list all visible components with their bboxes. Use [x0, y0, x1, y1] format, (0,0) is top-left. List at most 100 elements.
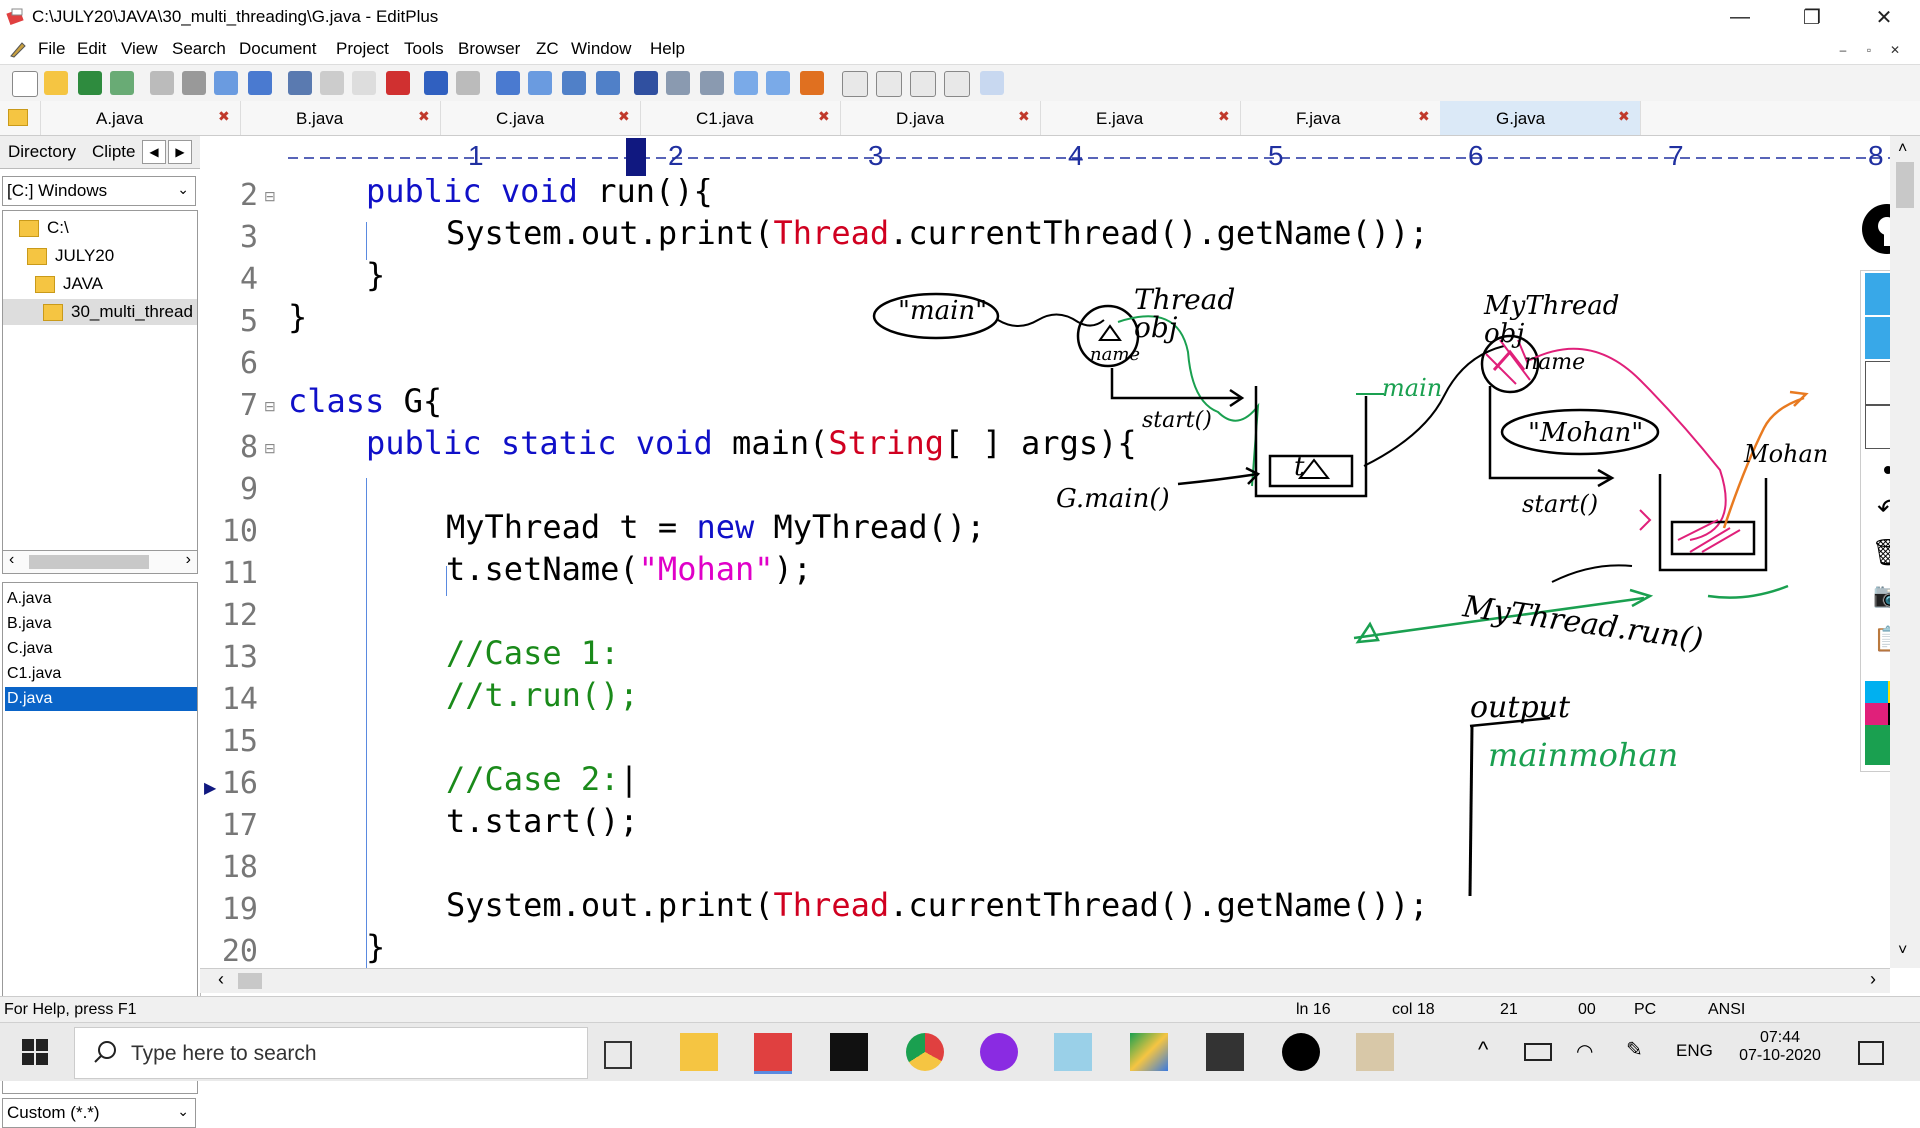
- file-item-selected[interactable]: D.java: [5, 687, 197, 711]
- replace-icon[interactable]: [528, 71, 552, 95]
- app-icon[interactable]: [1054, 1033, 1092, 1071]
- scroll-right-icon[interactable]: ›: [186, 551, 191, 569]
- save-icon[interactable]: [78, 71, 102, 95]
- file-item[interactable]: C1.java: [5, 662, 197, 686]
- browser-preview-icon[interactable]: [248, 71, 272, 95]
- doc-minimize-button[interactable]: –: [1832, 40, 1854, 60]
- battery-icon[interactable]: [1524, 1043, 1552, 1061]
- language-indicator[interactable]: ENG: [1676, 1041, 1713, 1061]
- scroll-left-icon[interactable]: ‹: [9, 551, 14, 569]
- google-drive-icon[interactable]: [1130, 1033, 1168, 1071]
- menu-zc[interactable]: ZC: [536, 39, 559, 59]
- fold-icon[interactable]: ⊟: [264, 188, 276, 205]
- color-cyan-swatch[interactable]: [1865, 681, 1888, 703]
- find-icon[interactable]: [496, 71, 520, 95]
- new-file-icon[interactable]: [12, 71, 38, 97]
- tab-close-icon[interactable]: ✖: [1418, 108, 1430, 125]
- scroll-thumb[interactable]: [1896, 162, 1914, 208]
- tab-b-java[interactable]: B.java ✖: [240, 101, 441, 135]
- tab-close-icon[interactable]: ✖: [618, 108, 630, 125]
- clock[interactable]: 07:44 07-10-2020: [1730, 1029, 1830, 1065]
- color-magenta-swatch[interactable]: [1865, 703, 1888, 725]
- pen-workspace-icon[interactable]: ✎: [1626, 1037, 1643, 1062]
- editor-vertical-scrollbar[interactable]: ˄ ˅: [1890, 136, 1920, 968]
- scroll-thumb[interactable]: [238, 973, 262, 989]
- menu-file[interactable]: File: [38, 39, 65, 59]
- fold-icon[interactable]: ⊟: [264, 440, 276, 457]
- tab-scroll-right-button[interactable]: ▶: [168, 140, 192, 164]
- tab-close-icon[interactable]: ✖: [1218, 108, 1230, 125]
- tab-close-icon[interactable]: ✖: [818, 108, 830, 125]
- doc-close-button[interactable]: ✕: [1884, 40, 1906, 60]
- menu-browser[interactable]: Browser: [458, 39, 520, 59]
- tab-c-java[interactable]: C.java ✖: [440, 101, 641, 135]
- drive-select[interactable]: [C:] Windows ⌄: [2, 176, 196, 206]
- tab-c1-java[interactable]: C1.java ✖: [640, 101, 841, 135]
- tab-f-java[interactable]: F.java ✖: [1240, 101, 1441, 135]
- line-number-icon[interactable]: [734, 71, 758, 95]
- print-icon[interactable]: [182, 71, 206, 95]
- tree-horizontal-scrollbar[interactable]: ‹ ›: [2, 550, 198, 574]
- spell-check-icon[interactable]: [214, 71, 238, 95]
- copy-icon[interactable]: [320, 71, 344, 95]
- tab-g-java[interactable]: G.java ✖: [1440, 101, 1641, 135]
- font-icon[interactable]: [634, 71, 658, 95]
- code-editor[interactable]: 2 3 4 5 6 7 8 9 10 11 12 13 14 15 16 17 …: [200, 178, 1890, 968]
- close-button[interactable]: ✕: [1856, 0, 1912, 34]
- cut-icon[interactable]: [288, 71, 312, 95]
- wifi-icon[interactable]: ◠: [1576, 1039, 1593, 1064]
- scroll-up-icon[interactable]: ˄: [1898, 140, 1907, 158]
- tree-item-java[interactable]: JAVA: [35, 271, 103, 297]
- help-cursor-icon[interactable]: [980, 71, 1004, 95]
- editplus-taskbar-icon[interactable]: [754, 1033, 792, 1074]
- tab-cliptext[interactable]: Clipte: [92, 142, 135, 162]
- paste-icon[interactable]: [352, 71, 376, 95]
- windows-start-icon[interactable]: [22, 1039, 48, 1065]
- tab-a-java[interactable]: A.java ✖: [40, 101, 241, 135]
- tree-item-c-root[interactable]: C:\: [19, 215, 69, 241]
- tab-directory[interactable]: Directory: [8, 142, 76, 162]
- print-preview-icon[interactable]: [150, 71, 174, 95]
- menu-document[interactable]: Document: [239, 39, 316, 59]
- mysql-icon[interactable]: [1206, 1033, 1244, 1071]
- tab-close-icon[interactable]: ✖: [218, 108, 230, 125]
- menu-tools[interactable]: Tools: [404, 39, 444, 59]
- notifications-icon[interactable]: [1858, 1041, 1884, 1065]
- menu-edit[interactable]: Edit: [77, 39, 106, 59]
- menu-view[interactable]: View: [121, 39, 158, 59]
- output-window-icon[interactable]: [910, 71, 936, 97]
- chevron-up-icon[interactable]: ^: [1478, 1037, 1488, 1063]
- editor-horizontal-scrollbar[interactable]: ‹ ›: [200, 968, 1890, 993]
- taskbar-search-box[interactable]: Type here to search: [74, 1027, 588, 1079]
- scroll-right-icon[interactable]: ›: [1870, 969, 1876, 990]
- tab-scroll-left-button[interactable]: ◀: [142, 140, 166, 164]
- menu-search[interactable]: Search: [172, 39, 226, 59]
- open-folder-icon[interactable]: [44, 71, 68, 95]
- menu-project[interactable]: Project: [336, 39, 389, 59]
- tab-folder-icon[interactable]: [0, 101, 41, 135]
- tree-item-july20[interactable]: JULY20: [27, 243, 114, 269]
- file-explorer-icon[interactable]: [680, 1033, 718, 1071]
- scroll-down-icon[interactable]: ˅: [1898, 942, 1907, 960]
- file-item[interactable]: C.java: [5, 637, 197, 661]
- fold-icon[interactable]: ⊟: [264, 398, 276, 415]
- check-icon[interactable]: [800, 71, 824, 95]
- scroll-thumb[interactable]: [29, 555, 149, 569]
- file-item[interactable]: A.java: [5, 587, 197, 611]
- app-icon[interactable]: [980, 1033, 1018, 1071]
- doc-restore-button[interactable]: ▫: [1858, 40, 1880, 60]
- save-all-icon[interactable]: [110, 71, 134, 95]
- fullscreen-icon[interactable]: [944, 71, 970, 97]
- redo-icon[interactable]: [456, 71, 480, 95]
- spell-abc-icon[interactable]: [766, 71, 790, 95]
- hex-view-icon[interactable]: [666, 71, 690, 95]
- file-filter-select[interactable]: Custom (*.*) ⌄: [2, 1098, 196, 1128]
- paint-icon[interactable]: [1356, 1033, 1394, 1071]
- task-view-icon[interactable]: [604, 1041, 632, 1069]
- tab-close-icon[interactable]: ✖: [1018, 108, 1030, 125]
- file-item[interactable]: B.java: [5, 612, 197, 636]
- tab-close-icon[interactable]: ✖: [1618, 108, 1630, 125]
- tree-item-30-multi-thread[interactable]: 30_multi_thread: [3, 299, 197, 325]
- tab-e-java[interactable]: E.java ✖: [1040, 101, 1241, 135]
- maximize-button[interactable]: ❐: [1784, 0, 1840, 34]
